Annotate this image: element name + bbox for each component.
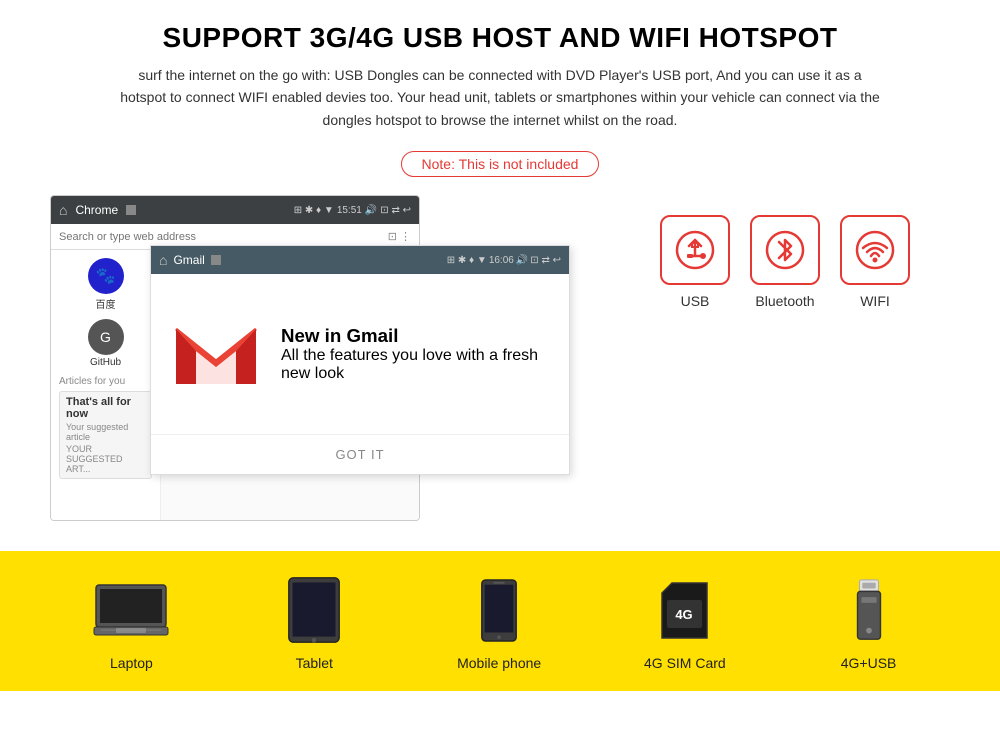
icon-row: USB Bluetooth bbox=[660, 215, 910, 309]
gmail-status: ⊞ ✱ ♦ ▼ 16:06 🔊 ⊡ ⇄ ↩ bbox=[447, 255, 561, 266]
baidu-icon-item: 🐾 百度 bbox=[59, 258, 152, 311]
chrome-app-label: Chrome bbox=[75, 203, 118, 217]
github-icon[interactable]: G bbox=[88, 319, 124, 355]
main-title: SUPPORT 3G/4G USB HOST AND WIFI HOTSPOT bbox=[0, 0, 1000, 64]
sim-device-item: 4G 4G SIM Card bbox=[644, 575, 726, 671]
laptop-label: Laptop bbox=[110, 655, 153, 671]
gmail-nav-btns: ⊡ ⇄ ↩ bbox=[530, 255, 561, 266]
laptop-device-item: Laptop bbox=[91, 575, 171, 671]
chrome-time: 15:51 bbox=[337, 205, 362, 216]
gmail-toolbar: ⌂ Gmail ⊞ ✱ ♦ ▼ 16:06 🔊 ⊡ ⇄ ↩ bbox=[151, 246, 569, 274]
wifi-icon-item: WIFI bbox=[840, 215, 910, 309]
phone-icon bbox=[459, 575, 539, 645]
usb-drive-device-item: 4G+USB bbox=[829, 575, 909, 671]
gmail-text-area: New in Gmail All the features you love w… bbox=[281, 325, 549, 383]
phone-label: Mobile phone bbox=[457, 655, 541, 671]
chrome-home-icon[interactable]: ⌂ bbox=[59, 202, 67, 218]
gmail-app-label: Gmail bbox=[173, 253, 204, 267]
usb-icon-item: USB bbox=[660, 215, 730, 309]
thats-all-card: That's all for now Your suggested articl… bbox=[59, 391, 152, 479]
apps-sidebar: 🐾 百度 G GitHub Articles for you That's al… bbox=[51, 250, 161, 520]
baidu-icon[interactable]: 🐾 bbox=[88, 258, 124, 294]
gmail-status-icons: ⊞ ✱ ♦ ▼ bbox=[447, 255, 487, 266]
bluetooth-icon-item: Bluetooth bbox=[750, 215, 820, 309]
tablet-icon bbox=[274, 575, 354, 645]
bluetooth-icon-box bbox=[750, 215, 820, 285]
sim-svg: 4G bbox=[657, 578, 712, 643]
articles-label: Articles for you bbox=[59, 376, 152, 387]
github-label: GitHub bbox=[90, 357, 121, 368]
gmail-content: New in Gmail All the features you love w… bbox=[151, 274, 569, 434]
svg-text:4G: 4G bbox=[676, 607, 693, 622]
bluetooth-label: Bluetooth bbox=[755, 293, 814, 309]
wifi-symbol bbox=[855, 230, 895, 270]
bluetooth-symbol bbox=[765, 230, 805, 270]
gmail-logo bbox=[171, 309, 261, 399]
note-text: Note: This is not included bbox=[401, 151, 600, 177]
phone-device-item: Mobile phone bbox=[457, 575, 541, 671]
gmail-overlay: ⌂ Gmail ⊞ ✱ ♦ ▼ 16:06 🔊 ⊡ ⇄ ↩ bbox=[150, 245, 570, 475]
chrome-icons: ⊞ ✱ ♦ ▼ bbox=[294, 205, 334, 216]
usb-drive-icon bbox=[829, 575, 909, 645]
gmail-got-it-button[interactable]: GOT IT bbox=[151, 434, 569, 474]
note-container: Note: This is not included bbox=[0, 151, 1000, 177]
sim-icon: 4G bbox=[645, 575, 725, 645]
sim-label: 4G SIM Card bbox=[644, 655, 726, 671]
chrome-status: ⊞ ✱ ♦ ▼ 15:51 🔊 ⊡ ⇄ ↩ bbox=[294, 205, 411, 216]
github-icon-item: G GitHub bbox=[59, 319, 152, 368]
gmail-time: 16:06 bbox=[489, 255, 514, 266]
yellow-devices-section: Laptop Tablet Mobile phone bbox=[0, 551, 1000, 691]
chrome-toolbar: ⌂ Chrome ⊞ ✱ ♦ ▼ 15:51 🔊 ⊡ ⇄ ↩ bbox=[51, 196, 419, 224]
gmail-home-icon[interactable]: ⌂ bbox=[159, 252, 167, 268]
chrome-btns: ⊡ ⇄ ↩ bbox=[380, 205, 411, 216]
card-title: That's all for now bbox=[66, 396, 145, 420]
address-icons: ⊡ ⋮ bbox=[388, 230, 411, 243]
connectivity-icons-section: USB Bluetooth bbox=[660, 195, 910, 309]
browser-section: ⌂ Chrome ⊞ ✱ ♦ ▼ 15:51 🔊 ⊡ ⇄ ↩ ⊡ ⋮ 🐾 bbox=[50, 195, 630, 521]
laptop-svg bbox=[91, 580, 171, 640]
tablet-device-item: Tablet bbox=[274, 575, 354, 671]
phone-svg bbox=[479, 578, 519, 643]
wifi-icon-box bbox=[840, 215, 910, 285]
gmail-title: New in Gmail bbox=[281, 325, 549, 347]
chrome-vol: 🔊 bbox=[365, 205, 377, 216]
address-input[interactable] bbox=[59, 231, 388, 243]
usb-label: USB bbox=[681, 293, 710, 309]
tablet-label: Tablet bbox=[296, 655, 333, 671]
usb-icon-box bbox=[660, 215, 730, 285]
gmail-body: All the features you love with a fresh n… bbox=[281, 347, 549, 383]
tablet-svg bbox=[284, 575, 344, 645]
card-extra: YOUR SUGGESTED ART... bbox=[66, 444, 145, 474]
usb-drive-label: 4G+USB bbox=[841, 655, 897, 671]
gmail-vol: 🔊 bbox=[516, 255, 528, 266]
chrome-stop-btn[interactable] bbox=[126, 205, 136, 215]
wifi-label: WIFI bbox=[860, 293, 890, 309]
content-row: ⌂ Chrome ⊞ ✱ ♦ ▼ 15:51 🔊 ⊡ ⇄ ↩ ⊡ ⋮ 🐾 bbox=[0, 195, 1000, 541]
gmail-stop-btn[interactable] bbox=[211, 255, 221, 265]
laptop-icon bbox=[91, 575, 171, 645]
usb-drive-svg bbox=[849, 578, 889, 643]
usb-symbol bbox=[675, 230, 715, 270]
card-body: Your suggested article bbox=[66, 422, 145, 442]
baidu-label: 百度 bbox=[96, 296, 116, 311]
subtitle-text: surf the internet on the go with: USB Do… bbox=[0, 64, 1000, 143]
